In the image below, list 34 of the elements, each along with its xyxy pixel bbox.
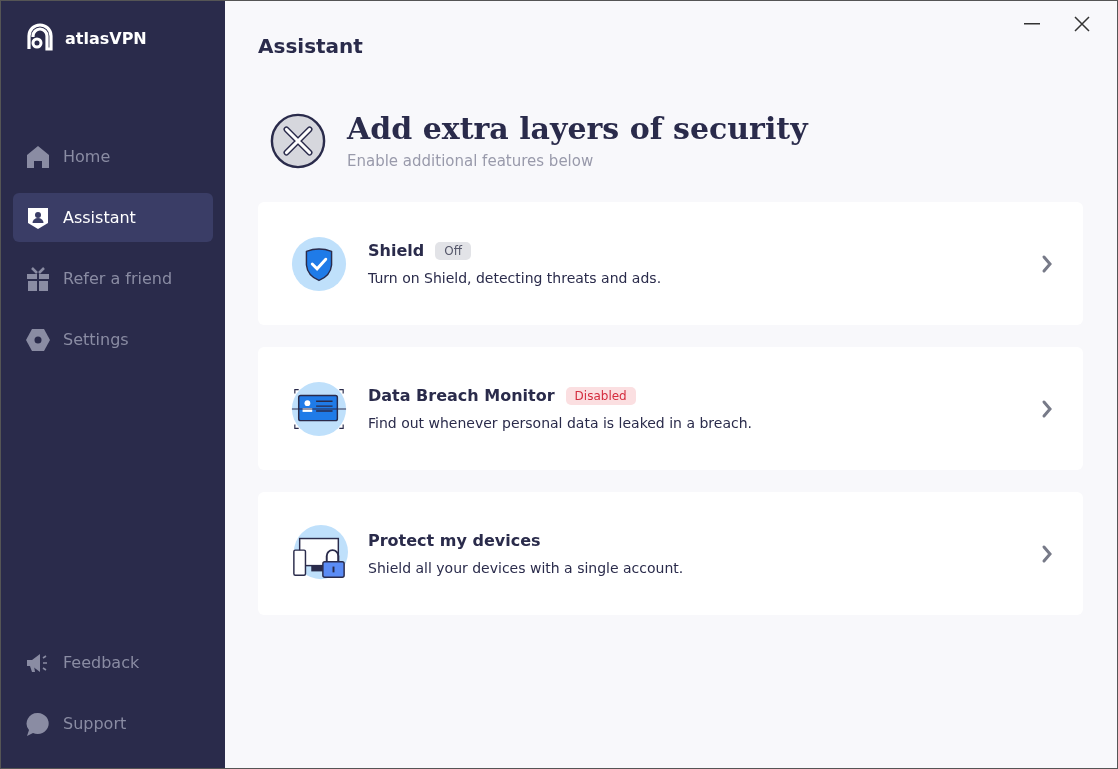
page-title: Assistant — [258, 34, 363, 58]
chevron-right-icon — [1041, 398, 1053, 419]
hero-subtitle: Enable additional features below — [347, 152, 595, 170]
chevron-right-icon — [1041, 543, 1053, 564]
card-title: Protect my devices — [368, 531, 541, 550]
chevron-right-icon — [1041, 253, 1053, 274]
card-description: Shield all your devices with a single account. — [368, 560, 685, 576]
feature-card[interactable]: Data Breach Monitor Disabled Find out whenever personal data is leaked in a breach. — [258, 347, 1083, 470]
status-badge: Disabled — [565, 386, 636, 405]
card-title: Data Breach Monitor — [368, 386, 555, 405]
sidebar-item[interactable]: Assistant — [13, 193, 213, 242]
card-title: Shield — [368, 241, 425, 260]
card-description: Turn on Shield, detecting threats and ads. — [368, 270, 663, 286]
gift-icon — [25, 265, 51, 292]
sidebar-item[interactable]: Home — [13, 132, 213, 181]
hero-title: Add extra layers of security — [347, 111, 808, 146]
home-icon — [25, 143, 51, 170]
id-card-icon — [290, 379, 348, 438]
feature-card[interactable]: Protect my devices Shield all your devices with a single account. — [258, 492, 1083, 615]
sidebar-item[interactable]: Support — [13, 699, 213, 748]
close-icon — [1072, 14, 1092, 34]
feature-card[interactable]: Shield Off Turn on Shield, detecting threats and ads. — [258, 202, 1083, 325]
sidebar-item[interactable]: Refer a friend — [13, 254, 213, 303]
card-description: Find out whenever personal data is leaked in a breach. — [368, 415, 753, 431]
sidebar-item[interactable]: Settings — [13, 315, 213, 364]
settings-icon — [25, 326, 51, 353]
status-badge: Off — [435, 241, 471, 260]
brand-name: atlasVPN — [65, 28, 147, 48]
minimize-icon — [1024, 23, 1040, 25]
close-circle-icon — [269, 111, 327, 170]
shield-check-icon — [290, 234, 348, 293]
sidebar-item[interactable]: Feedback — [13, 638, 213, 687]
chat-bubble-icon — [25, 710, 51, 737]
logo-icon — [25, 23, 55, 53]
